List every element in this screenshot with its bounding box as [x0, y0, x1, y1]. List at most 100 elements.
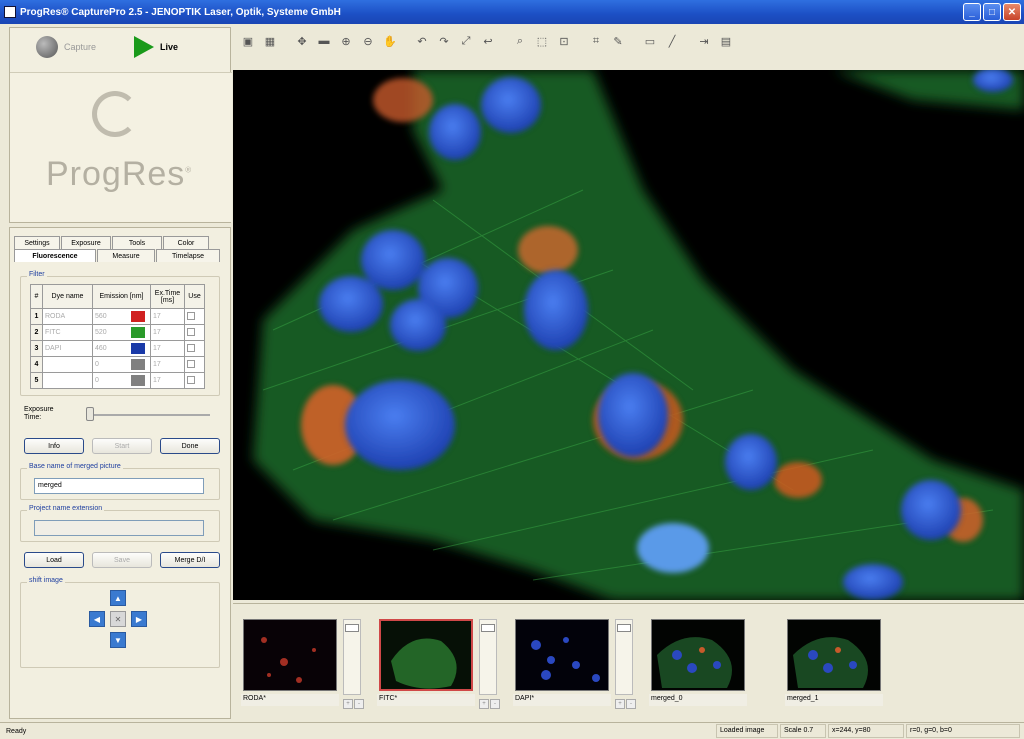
open-image-icon[interactable]: ▣: [239, 32, 257, 50]
dye-cell[interactable]: [42, 356, 93, 373]
tab-tools[interactable]: Tools: [112, 236, 162, 249]
color-swatch[interactable]: [131, 375, 145, 386]
thumbnail-label: merged_0: [649, 694, 747, 706]
extime-cell[interactable]: 17: [150, 308, 185, 325]
close-icon[interactable]: ✕: [1003, 3, 1021, 21]
thumbnail-roda[interactable]: [243, 619, 337, 691]
arrow-down-icon[interactable]: ▼: [110, 632, 126, 648]
use-checkbox[interactable]: [187, 311, 195, 320]
select-icon[interactable]: ⬚: [533, 32, 551, 50]
app-icon: [4, 6, 16, 18]
project-extension-input[interactable]: [34, 520, 204, 536]
emission-cell[interactable]: 0: [95, 361, 131, 368]
extime-cell[interactable]: 17: [150, 324, 185, 341]
thumb-slider-handle[interactable]: [345, 624, 359, 632]
info-button[interactable]: Info: [24, 438, 84, 454]
rotate-left-icon[interactable]: ↶: [413, 32, 431, 50]
color-swatch[interactable]: [131, 343, 145, 354]
color-swatch[interactable]: [131, 311, 145, 322]
thumb-slider[interactable]: [479, 619, 497, 695]
thumb-slider-handle[interactable]: [617, 624, 631, 632]
tab-color[interactable]: Color: [163, 236, 209, 249]
exposure-slider-track[interactable]: [88, 414, 210, 416]
rotate-right-icon[interactable]: ↷: [435, 32, 453, 50]
thumbnail-fitc[interactable]: [379, 619, 473, 691]
capture-icon: [36, 36, 58, 58]
emission-cell[interactable]: 560: [95, 313, 131, 320]
thumb-btn-icon[interactable]: -: [490, 699, 500, 709]
use-checkbox[interactable]: [187, 375, 195, 384]
thumbnail-dapi[interactable]: [515, 619, 609, 691]
thumbnail-merged-1[interactable]: [787, 619, 881, 691]
thumb-slider[interactable]: [343, 619, 361, 695]
live-button[interactable]: Live: [134, 36, 178, 58]
thumbnail-merged-0[interactable]: [651, 619, 745, 691]
color-swatch[interactable]: [131, 359, 145, 370]
capture-button[interactable]: Capture: [36, 36, 96, 58]
flip-icon[interactable]: ⤢: [457, 32, 475, 50]
load-button[interactable]: Load: [24, 552, 84, 568]
extime-cell[interactable]: 17: [150, 340, 185, 357]
snapshot-icon[interactable]: ▦: [261, 32, 279, 50]
measure-zoom-icon[interactable]: ⌕: [511, 32, 529, 50]
tab-settings[interactable]: Settings: [14, 236, 60, 249]
tab-fluorescence[interactable]: Fluorescence: [14, 249, 96, 262]
tab-measure[interactable]: Measure: [97, 249, 155, 262]
dye-cell[interactable]: RODA: [42, 308, 93, 325]
thumb-btn-icon[interactable]: -: [626, 699, 636, 709]
minimize-icon[interactable]: _: [963, 3, 981, 21]
exposure-label: Exposure Time:: [24, 406, 54, 421]
shift-title: shift image: [27, 577, 65, 584]
main-toolbar: ▣ ▦ ✥ ▬ ⊕ ⊖ ✋ ↶ ↷ ⤢ ↩ ⌕ ⬚ ⊡ ⌗ ✎ ▭ ╱ ⇥ ▤: [233, 27, 1024, 55]
save-button[interactable]: Save: [92, 552, 152, 568]
emission-cell[interactable]: 520: [95, 329, 131, 336]
dye-cell[interactable]: [42, 372, 93, 389]
maximize-icon[interactable]: □: [983, 3, 1001, 21]
camera-settings-icon[interactable]: ▤: [717, 32, 735, 50]
export-icon[interactable]: ⇥: [695, 32, 713, 50]
undo-icon[interactable]: ↩: [479, 32, 497, 50]
thumb-btn-icon[interactable]: +: [479, 699, 489, 709]
use-checkbox[interactable]: [187, 343, 195, 352]
done-button[interactable]: Done: [160, 438, 220, 454]
dye-cell[interactable]: DAPI: [42, 340, 93, 357]
thumb-btn-icon[interactable]: +: [615, 699, 625, 709]
left-panel: Capture Live ProgRes® Settings Exposure …: [7, 27, 233, 719]
crop-icon[interactable]: ⌗: [587, 32, 605, 50]
thumb-image: [657, 637, 732, 688]
thumb-btn-icon[interactable]: -: [354, 699, 364, 709]
extime-cell[interactable]: 17: [150, 372, 185, 389]
thumb-slider-handle[interactable]: [481, 624, 495, 632]
emission-cell[interactable]: 0: [95, 377, 131, 384]
merge-button[interactable]: Merge D/I: [160, 552, 220, 568]
crop-select-icon[interactable]: ⊡: [555, 32, 573, 50]
merged-name-input[interactable]: merged: [34, 478, 204, 494]
color-picker-icon[interactable]: ✎: [609, 32, 627, 50]
tab-timelapse[interactable]: Timelapse: [156, 249, 220, 262]
extime-cell[interactable]: 17: [150, 356, 185, 373]
arrow-left-icon[interactable]: ◀: [89, 611, 105, 627]
use-checkbox[interactable]: [187, 327, 195, 336]
emission-cell[interactable]: 460: [95, 345, 131, 352]
color-swatch[interactable]: [131, 327, 145, 338]
start-button[interactable]: Start: [92, 438, 152, 454]
reset-shift-icon[interactable]: ✕: [110, 611, 126, 627]
pan-hand-icon[interactable]: ✋: [381, 32, 399, 50]
ruler-icon[interactable]: ▭: [641, 32, 659, 50]
use-checkbox[interactable]: [187, 359, 195, 368]
live-label: Live: [160, 42, 179, 52]
display-mode-icon[interactable]: ▬: [315, 32, 333, 50]
dye-cell[interactable]: FITC: [42, 324, 93, 341]
arrow-up-icon[interactable]: ▲: [110, 590, 126, 606]
thumbnail-label: merged_1: [785, 694, 883, 706]
fit-window-icon[interactable]: ✥: [293, 32, 311, 50]
arrow-right-icon[interactable]: ▶: [131, 611, 147, 627]
zoom-out-icon[interactable]: ⊖: [359, 32, 377, 50]
thumb-slider[interactable]: [615, 619, 633, 695]
tab-exposure[interactable]: Exposure: [61, 236, 111, 249]
thumb-btn-icon[interactable]: +: [343, 699, 353, 709]
line-tool-icon[interactable]: ╱: [663, 32, 681, 50]
image-viewer[interactable]: [233, 70, 1024, 600]
exposure-slider-thumb[interactable]: [86, 407, 94, 421]
zoom-in-icon[interactable]: ⊕: [337, 32, 355, 50]
